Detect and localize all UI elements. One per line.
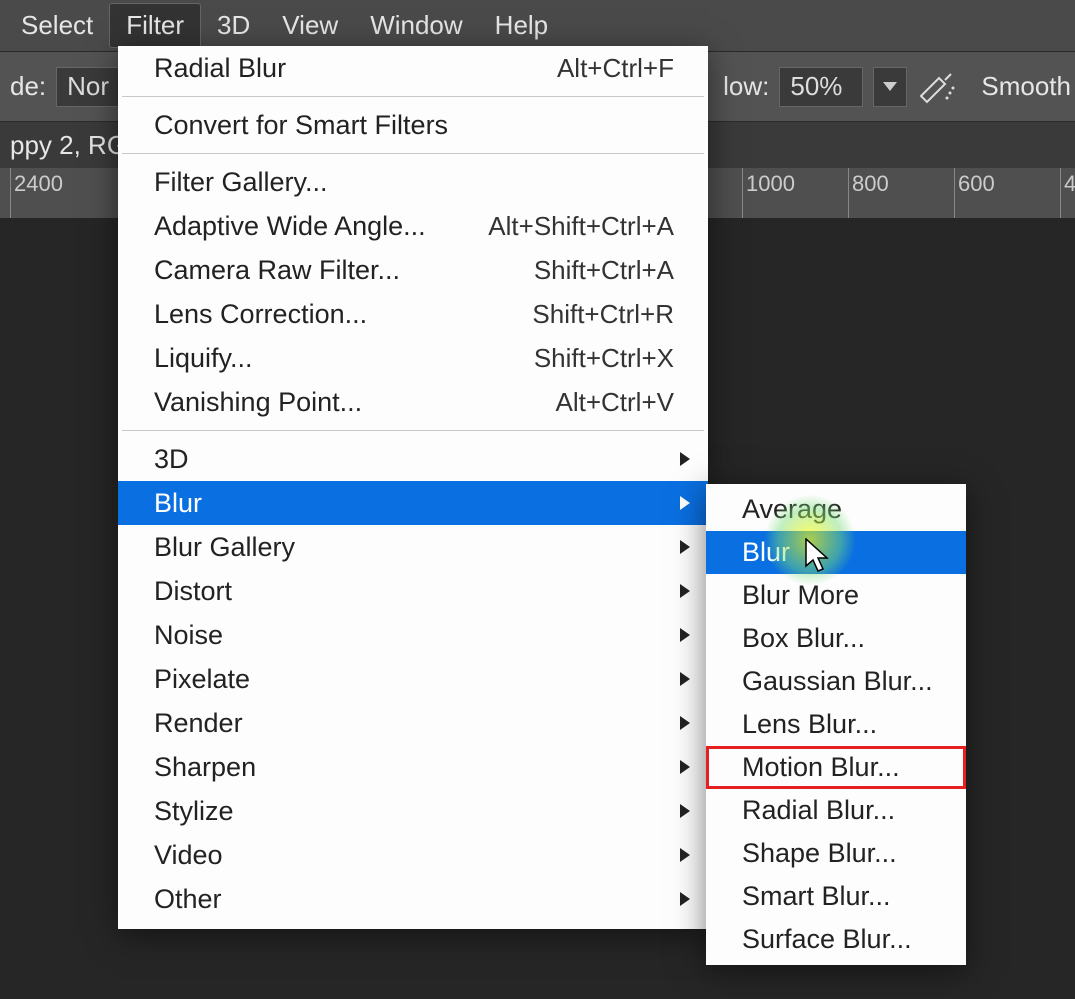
filter-menu-item-label: Other <box>154 884 674 915</box>
ruler-tick: 1000 <box>742 168 743 218</box>
filter-menu-item[interactable]: 3D <box>118 437 708 481</box>
ruler-tick: 800 <box>848 168 849 218</box>
submenu-arrow-icon <box>678 714 692 732</box>
menu-shortcut: Alt+Ctrl+F <box>557 53 674 84</box>
submenu-arrow-icon <box>678 450 692 468</box>
filter-menu-item[interactable]: Lens Correction...Shift+Ctrl+R <box>118 292 708 336</box>
filter-menu-item-label: Convert for Smart Filters <box>154 110 674 141</box>
filter-menu-item[interactable]: Blur Gallery <box>118 525 708 569</box>
menu-help[interactable]: Help <box>479 4 564 47</box>
filter-menu-item-label: Pixelate <box>154 664 674 695</box>
ruler-tick: 2400 <box>10 168 11 218</box>
filter-menu-item-label: Render <box>154 708 674 739</box>
mode-dropdown[interactable]: Nor <box>56 67 120 107</box>
filter-menu-item[interactable]: Convert for Smart Filters <box>118 103 708 147</box>
blur-submenu-item[interactable]: Gaussian Blur... <box>706 660 966 703</box>
flow-value: 50% <box>790 71 842 102</box>
filter-menu-item-label: Filter Gallery... <box>154 167 674 198</box>
blur-submenu-item[interactable]: Lens Blur... <box>706 703 966 746</box>
ruler-tick-label: 800 <box>852 171 889 197</box>
ruler-tick-label: 1000 <box>746 171 795 197</box>
submenu-arrow-icon <box>678 494 692 512</box>
filter-menu-item[interactable]: Sharpen <box>118 745 708 789</box>
filter-menu-item[interactable]: Radial BlurAlt+Ctrl+F <box>118 46 708 90</box>
filter-menu-item-label: Lens Correction... <box>154 299 532 330</box>
filter-menu-item-label: Sharpen <box>154 752 674 783</box>
submenu-arrow-icon <box>678 802 692 820</box>
submenu-arrow-icon <box>678 626 692 644</box>
filter-menu-item[interactable]: Stylize <box>118 789 708 833</box>
filter-menu-item-label: Blur <box>154 488 674 519</box>
filter-menu-item[interactable]: Liquify...Shift+Ctrl+X <box>118 336 708 380</box>
blur-submenu-item[interactable]: Surface Blur... <box>706 918 966 961</box>
mode-label: de: <box>10 71 46 102</box>
filter-menu-item-label: Camera Raw Filter... <box>154 255 534 286</box>
filter-menu-item[interactable]: Noise <box>118 613 708 657</box>
filter-menu-item[interactable]: Render <box>118 701 708 745</box>
menu-separator <box>122 96 704 97</box>
menu-filter[interactable]: Filter <box>109 3 201 48</box>
blur-submenu-item[interactable]: Average <box>706 488 966 531</box>
blur-submenu: AverageBlurBlur MoreBox Blur...Gaussian … <box>706 484 966 965</box>
filter-menu-item[interactable]: Distort <box>118 569 708 613</box>
filter-menu-item-label: 3D <box>154 444 674 475</box>
menu-shortcut: Alt+Ctrl+V <box>556 387 675 418</box>
menu-shortcut: Shift+Ctrl+R <box>532 299 674 330</box>
filter-menu-item[interactable]: Adaptive Wide Angle...Alt+Shift+Ctrl+A <box>118 204 708 248</box>
submenu-arrow-icon <box>678 758 692 776</box>
document-tab-label: ppy 2, RG <box>10 130 127 161</box>
ruler-tick-label: 2400 <box>14 171 63 197</box>
ruler-tick-label: 40 <box>1064 171 1075 197</box>
filter-menu-item[interactable]: Other <box>118 877 708 921</box>
ruler-tick-label: 600 <box>958 171 995 197</box>
filter-menu-item[interactable]: Pixelate <box>118 657 708 701</box>
filter-menu-item-label: Stylize <box>154 796 674 827</box>
blur-submenu-item[interactable]: Radial Blur... <box>706 789 966 832</box>
filter-menu-item[interactable]: Filter Gallery... <box>118 160 708 204</box>
filter-menu-item-label: Radial Blur <box>154 53 557 84</box>
blur-submenu-item[interactable]: Box Blur... <box>706 617 966 660</box>
submenu-arrow-icon <box>678 582 692 600</box>
flow-field[interactable]: 50% <box>779 67 863 107</box>
submenu-arrow-icon <box>678 670 692 688</box>
chevron-down-icon <box>883 82 897 91</box>
blur-submenu-item[interactable]: Shape Blur... <box>706 832 966 875</box>
blur-submenu-item[interactable]: Smart Blur... <box>706 875 966 918</box>
menu-separator <box>122 430 704 431</box>
menu-view[interactable]: View <box>266 4 354 47</box>
filter-menu-item-label: Distort <box>154 576 674 607</box>
blur-submenu-item[interactable]: Blur More <box>706 574 966 617</box>
menu-separator <box>122 153 704 154</box>
menubar: SelectFilter3DViewWindowHelp <box>0 0 1075 52</box>
menu-shortcut: Shift+Ctrl+X <box>534 343 674 374</box>
menu-window[interactable]: Window <box>354 4 478 47</box>
menu-select[interactable]: Select <box>5 4 109 47</box>
ruler-tick: 600 <box>954 168 955 218</box>
menu-shortcut: Shift+Ctrl+A <box>534 255 674 286</box>
filter-menu-item-label: Video <box>154 840 674 871</box>
submenu-arrow-icon <box>678 538 692 556</box>
flow-label: low: <box>723 71 769 102</box>
filter-menu-item[interactable]: Vanishing Point...Alt+Ctrl+V <box>118 380 708 424</box>
filter-menu-item-label: Liquify... <box>154 343 534 374</box>
flow-dropdown-button[interactable] <box>873 67 907 107</box>
filter-menu-item-label: Vanishing Point... <box>154 387 556 418</box>
smoothing-label: Smooth <box>967 71 1071 102</box>
airbrush-icon[interactable] <box>917 67 957 107</box>
mode-value: Nor <box>67 71 109 102</box>
filter-menu-item[interactable]: Video <box>118 833 708 877</box>
ruler-tick: 40 <box>1060 168 1061 218</box>
submenu-arrow-icon <box>678 846 692 864</box>
filter-menu-item[interactable]: Camera Raw Filter...Shift+Ctrl+A <box>118 248 708 292</box>
menu-3d[interactable]: 3D <box>201 4 266 47</box>
filter-menu-item[interactable]: Blur <box>118 481 708 525</box>
filter-menu-dropdown: Radial BlurAlt+Ctrl+F Convert for Smart F… <box>118 46 708 929</box>
filter-menu-item-label: Adaptive Wide Angle... <box>154 211 488 242</box>
filter-menu-item-label: Blur Gallery <box>154 532 674 563</box>
filter-menu-item-label: Noise <box>154 620 674 651</box>
blur-submenu-item[interactable]: Motion Blur... <box>706 746 966 789</box>
submenu-arrow-icon <box>678 890 692 908</box>
blur-submenu-item[interactable]: Blur <box>706 531 966 574</box>
menu-shortcut: Alt+Shift+Ctrl+A <box>488 211 674 242</box>
